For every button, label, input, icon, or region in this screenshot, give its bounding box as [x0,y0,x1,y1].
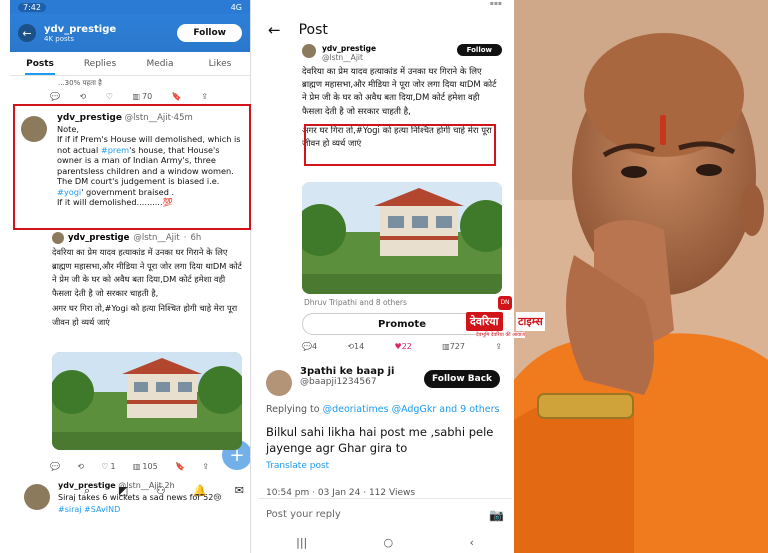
camera-icon[interactable]: 📷 [489,508,504,522]
house-photo[interactable] [52,352,242,450]
bottom-navigation: ⌕ ◩ ⚇ 🔔 ✉ [84,484,244,498]
quote-author-name[interactable]: ydv_prestige [68,233,129,243]
reply-count[interactable]: 💬4 [302,342,317,351]
tab-replies[interactable]: Replies [70,52,130,75]
share-icon[interactable]: ⇪ [202,462,209,471]
search-icon[interactable]: ⌕ [84,484,90,498]
note-line-4: ' government braised . [81,186,175,197]
system-nav: ||| ○ ‹ [258,532,512,553]
logo-tagline: देवभूमि देवरिया की आवाज [476,332,526,338]
profile-name: ydv_prestige [44,23,117,35]
post-detail-screen: ▪▪▪ ← Post ydv_prestige @lstn__Ajit Foll… [258,0,512,553]
logo-word-1: देवरिया [466,312,503,331]
replying-to-handles[interactable]: @deoriatimes @AdgGkr and 9 others [323,404,500,415]
like-count[interactable]: ♥22 [395,342,412,351]
like-icon[interactable]: ♡ [106,92,113,101]
logo-mark: DN [498,296,512,310]
highlighted-note-post[interactable]: ydv_prestige @lstn__Ajit·45m Note, If if… [13,104,251,230]
replying-to: Replying to @deoriatimes @AdgGkr and 9 o… [266,404,500,415]
hashtag-yogi[interactable]: #yogi [57,187,81,197]
reply-input[interactable]: Post your reply 📷 [258,498,512,530]
quote-time: 6h [190,233,202,243]
card-author-name[interactable]: ydv_prestige [322,44,376,53]
tab-posts[interactable]: Posts [10,52,70,75]
post-meta: 10:54 pm · 03 Jan 24 · 112 Views [266,488,416,498]
post-actions: 💬4 ⟲14 ♥22 ▥727 ⇪ [302,342,502,351]
quoted-post[interactable]: ydv_prestige @lstn__Ajit · 6h देवरिया का प… [52,232,242,454]
avatar[interactable] [52,232,64,244]
profile-tabs: Posts Replies Media Likes [10,52,250,76]
profile-header: ← ydv_prestige 4K posts Follow [10,14,250,52]
avatar[interactable] [266,370,292,396]
avatar[interactable] [24,484,50,510]
quote-actions: 💬 ⟲ ♡ 1 ▥ 105 🔖 ⇪ [10,458,251,474]
note-line-1: Note, [57,123,79,134]
back-icon[interactable]: ‹ [469,536,473,549]
quote-text: देवरिया का प्रेम यादव हत्याकांड में उनका… [52,247,242,298]
quote-text-2: अगर घर गिरा तो,#Yogi को हत्या निश्चित हो… [52,303,238,327]
avatar[interactable] [302,44,316,58]
status-time: 7:42 [18,2,46,12]
page-title: Post [298,22,328,38]
news-logo: DN देवरिया टाइम्स देवभूमि देवरिया की आवा… [466,296,556,342]
avatar[interactable] [21,116,47,142]
follow-button[interactable]: Follow [177,24,242,42]
views-count[interactable]: ▥ 105 [133,462,158,471]
like-count[interactable]: ♡ 1 [101,462,115,471]
views-count[interactable]: ▥727 [442,342,465,351]
hashtag-prem[interactable]: #prem [101,145,129,155]
reply-placeholder: Post your reply [266,509,341,520]
next-hashtags[interactable]: #siraj #SAvIND [58,504,246,516]
home-icon[interactable]: ○ [384,536,394,549]
translate-link[interactable]: Translate post [266,461,329,471]
quote-author-handle: @lstn__Ajit [133,233,180,243]
tab-media[interactable]: Media [130,52,190,75]
bookmark-icon[interactable]: 🔖 [175,462,185,471]
share-icon[interactable]: ⇪ [495,342,502,351]
note-author-name[interactable]: ydv_prestige [57,113,122,123]
follow-back-button[interactable]: Follow Back [424,370,501,388]
reply-icon[interactable]: 💬 [50,462,60,471]
highlight-box [304,124,496,166]
messages-icon[interactable]: ✉ [235,484,244,498]
card-follow-button[interactable]: Follow [456,44,502,56]
card-text: देवरिया का प्रेम यादव हत्याकांड में उनका… [302,67,497,117]
house-photo[interactable] [302,182,502,294]
grok-icon[interactable]: ◩ [118,484,128,498]
previous-post-text: ...30% पहता है [58,79,102,87]
share-icon[interactable]: ⇪ [201,92,208,101]
notifications-icon[interactable]: 🔔 [193,484,207,498]
views-count[interactable]: ▥ 70 [132,92,152,101]
portrait-photo [514,0,768,553]
logo-word-2: टाइम्स [516,312,545,331]
reply-text: Bilkul sahi likha hai post me ,sabhi pel… [266,425,494,455]
liked-by-text[interactable]: Dhruv Tripathi and 8 others [304,298,407,307]
repost-count[interactable]: ⟲14 [347,342,364,351]
status-bar: 7:42 4G [10,0,250,14]
repost-icon[interactable]: ⟲ [77,462,84,471]
recent-apps-icon[interactable]: ||| [296,536,307,549]
portrait-illustration [514,0,768,553]
bookmark-icon[interactable]: 🔖 [172,92,182,101]
next-post[interactable]: ydv_prestige @lstn__Ajit 2h Siraj takes … [24,480,246,524]
note-time: 45m [173,113,193,123]
tab-likes[interactable]: Likes [190,52,250,75]
reply-post[interactable]: 3pathi ke baap ji @baapji1234567 Follow … [266,366,512,396]
note-author-handle: @lstn__Ajit [124,113,171,123]
previous-post-actions: 💬 ⟲ ♡ ▥ 70 🔖 ⇪ [10,88,250,104]
profile-post-count: 4K posts [44,34,75,43]
reply-icon[interactable]: 💬 [50,92,60,101]
status-bar: ▪▪▪ [489,0,502,7]
repost-icon[interactable]: ⟲ [80,92,87,101]
status-signal: 4G [230,2,242,12]
back-arrow-icon[interactable]: ← [18,24,36,42]
note-line-5: If it will demolished..........💯 [57,197,173,207]
people-icon[interactable]: ⚇ [156,484,166,498]
back-arrow-icon[interactable]: ← [268,21,281,39]
card-author-handle: @lstn__Ajit [322,53,363,62]
